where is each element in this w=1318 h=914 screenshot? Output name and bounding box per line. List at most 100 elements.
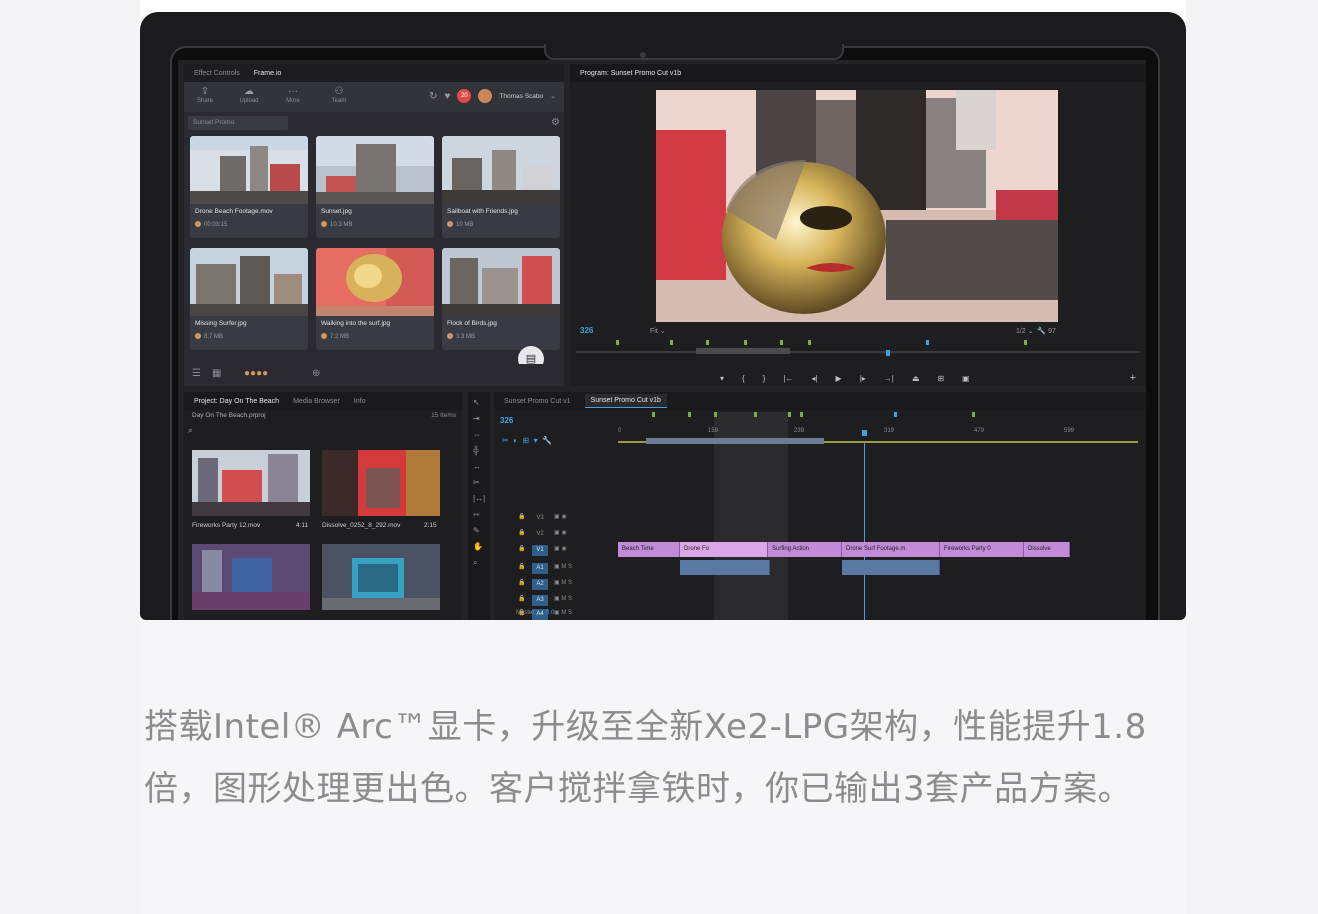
ripple-edit-icon[interactable]: ⇔ (473, 430, 481, 439)
lock-icon[interactable]: 🔒 (518, 513, 525, 520)
chevron-down-icon[interactable]: ⌄ (550, 92, 556, 100)
track-label[interactable]: A1 (532, 563, 548, 574)
zoom-icon[interactable]: ⌕ (473, 558, 477, 568)
add-collaborator-icon[interactable]: ⊕ (312, 368, 320, 379)
pen-icon[interactable]: ✎ (473, 526, 480, 535)
search-icon[interactable]: ⌕ (188, 426, 328, 436)
notification-badge[interactable]: 20 (457, 89, 472, 103)
list-view-icon[interactable]: ☰ (192, 368, 201, 379)
program-tabbar: Program: Sunset Promo Cut v1b (570, 64, 1146, 82)
timeline-clip[interactable]: Dissolve (1024, 542, 1070, 557)
add-marker-icon[interactable]: ▾ (720, 374, 724, 383)
asset-name: Walking into the surf.jpg (321, 320, 391, 327)
gear-icon[interactable]: ⚙ (551, 116, 560, 130)
hand-icon[interactable]: ✋ (473, 542, 483, 551)
clip-thumbnail[interactable] (192, 450, 310, 516)
ruler-label: 239 (794, 428, 805, 434)
clip-thumbnail[interactable] (322, 450, 440, 516)
lift-icon[interactable]: ⏏ (912, 374, 920, 383)
heart-icon[interactable]: ♥ (444, 91, 450, 102)
tab-info[interactable]: Info (354, 398, 366, 405)
track-label[interactable]: V3 (532, 513, 548, 524)
timeline-clip[interactable]: Fireworks Party 0 (940, 542, 1024, 557)
mark-in-icon[interactable]: { (742, 374, 745, 383)
track-toggles[interactable]: ▣ ◉ (554, 545, 567, 552)
resolution-dropdown[interactable]: 1/2 ⌄ 🔧 97 (1016, 327, 1056, 335)
asset-card[interactable]: Sailboat with Friends.jpg 10 MB (442, 136, 560, 238)
user-name[interactable]: Thomas Scabo (499, 93, 543, 100)
track-toggles[interactable]: ▣ M S (554, 579, 572, 586)
lock-icon[interactable]: 🔒 (518, 595, 525, 602)
tab-frameio[interactable]: Frame.io (254, 70, 282, 77)
tab-media-browser[interactable]: Media Browser (293, 398, 340, 405)
rolling-edit-icon[interactable]: ╬ (473, 446, 479, 455)
upload-button[interactable]: ☁ Upload (234, 86, 264, 104)
asset-card[interactable]: Flock of Birds.jpg 3.3 MB (442, 248, 560, 350)
track-toggles[interactable]: ▣ M S (554, 609, 572, 616)
program-title[interactable]: Program: Sunset Promo Cut v1b (580, 70, 681, 77)
user-avatar[interactable] (478, 89, 493, 103)
lock-icon[interactable]: 🔒 (518, 545, 525, 552)
extract-icon[interactable]: ⊞ (937, 374, 944, 383)
slide-icon[interactable]: ⇿ (473, 510, 480, 519)
add-button-icon[interactable]: + (1130, 372, 1136, 384)
fit-dropdown[interactable]: Fit ⌄ (650, 327, 666, 335)
folder-selector[interactable]: Sunset Promo (188, 116, 288, 130)
team-icon: ⚇ (334, 86, 344, 97)
track-toggles[interactable]: ▣ ◉ (554, 513, 567, 520)
master-value[interactable]: 0.0 (546, 610, 554, 616)
tab-sequence-v1[interactable]: Sunset Promo Cut v1 (504, 398, 571, 405)
asset-card[interactable]: Missing Surfer.jpg 8.7 MB (190, 248, 308, 350)
timeline-clip[interactable]: Drone Surf Footage.m (842, 542, 940, 557)
export-frame-icon[interactable]: ▣ (962, 374, 970, 383)
step-back-icon[interactable]: ◂| (811, 374, 817, 383)
program-scrub-bar[interactable] (576, 338, 1140, 358)
go-to-in-icon[interactable]: |← (783, 374, 793, 383)
ruler-label: 159 (708, 428, 719, 434)
track-toggles[interactable]: ▣ M S (554, 563, 572, 570)
clip-duration: 4:11 (296, 522, 309, 529)
audio-clip[interactable] (680, 560, 770, 575)
rate-stretch-icon[interactable]: ↔ (473, 462, 481, 471)
clip-thumbnail[interactable] (192, 544, 310, 610)
lock-icon[interactable]: 🔒 (518, 529, 525, 536)
tab-sequence-v1b[interactable]: Sunset Promo Cut v1b (584, 394, 667, 408)
razor-icon[interactable]: ✂ (473, 478, 480, 487)
asset-card[interactable]: Sunset.jpg 10.3 MB (316, 136, 434, 238)
grid-view-icon[interactable]: ▦ (212, 368, 221, 379)
playhead[interactable] (864, 442, 865, 620)
master-row: Master 0.0 (516, 610, 554, 616)
slip-icon[interactable]: |↔| (473, 494, 485, 503)
track-label[interactable]: A2 (532, 579, 548, 590)
asset-card[interactable]: Walking into the surf.jpg 7.2 MB (316, 248, 434, 350)
lock-icon[interactable]: 🔒 (518, 579, 525, 586)
track-label[interactable]: V2 (532, 529, 548, 540)
timeline-clip[interactable]: Surfing Action (768, 542, 842, 557)
selection-tool-icon[interactable]: ↖ (473, 398, 480, 407)
more-button[interactable]: ··· More (278, 86, 308, 104)
timeline-settings-icons[interactable]: ✂ ◐ ⊞ ▾ 🔧 (502, 436, 552, 445)
audio-clip[interactable] (842, 560, 940, 575)
track-label[interactable]: A3 (532, 595, 548, 606)
track-toggles[interactable]: ▣ M S (554, 595, 572, 602)
asset-thumbnail (190, 248, 308, 316)
timeline-clip[interactable]: Beach Time (618, 542, 680, 557)
mark-out-icon[interactable]: } (763, 374, 766, 383)
track-label[interactable]: V1 (532, 545, 548, 556)
team-label: Team (331, 98, 347, 104)
timeline-clip[interactable]: Drone Fo (680, 542, 768, 557)
track-select-icon[interactable]: ⇥ (473, 414, 480, 423)
tab-effect-controls[interactable]: Effect Controls (194, 70, 240, 77)
team-button[interactable]: ⚇ Team (324, 86, 354, 104)
clip-thumbnail[interactable] (322, 544, 440, 610)
go-to-out-icon[interactable]: →| (884, 374, 894, 383)
track-toggles[interactable]: ▣ ◉ (554, 529, 567, 536)
refresh-icon[interactable]: ↻ (429, 91, 437, 102)
lock-icon[interactable]: 🔒 (518, 563, 525, 570)
asset-card[interactable]: Drone Beach Footage.mov 00:03:15 (190, 136, 308, 238)
step-forward-icon[interactable]: |▸ (860, 374, 866, 383)
play-icon[interactable]: ▶ (836, 374, 842, 383)
tab-project[interactable]: Project: Day On The Beach (194, 398, 279, 405)
share-button[interactable]: ⇪ Share (190, 86, 220, 104)
more-icon: ··· (288, 86, 298, 97)
